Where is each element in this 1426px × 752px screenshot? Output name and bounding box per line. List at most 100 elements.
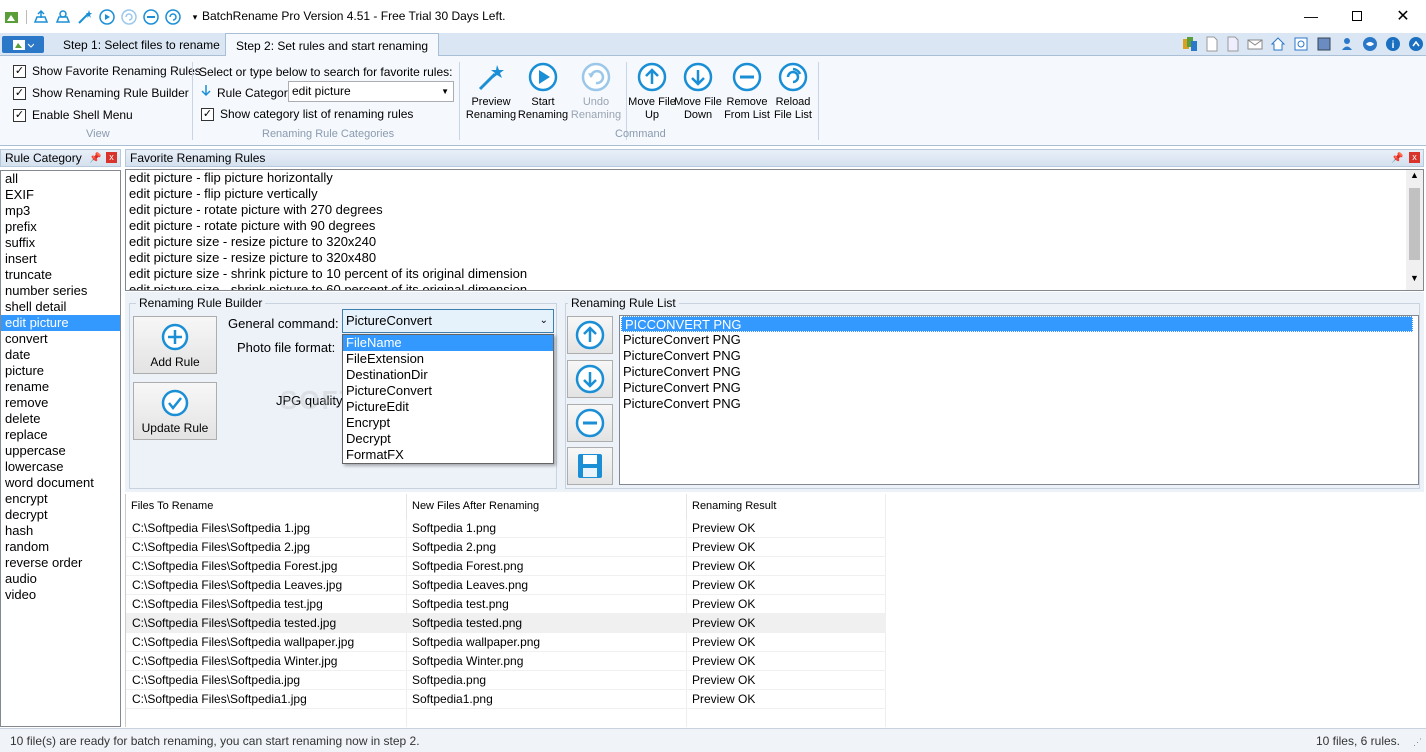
table-row[interactable]: C:\Softpedia Files\Softpedia Winter.jpg S… — [126, 652, 886, 671]
close-panel-icon[interactable]: x — [106, 152, 117, 163]
table-row[interactable]: C:\Softpedia Files\Softpedia wallpaper.j… — [126, 633, 886, 652]
move-file-down-button[interactable]: Move File Down — [672, 62, 724, 122]
show-favorite-checkbox[interactable]: ✓ Show Favorite Renaming Rules — [13, 64, 201, 78]
dropdown-option[interactable]: FileExtension — [343, 351, 553, 367]
table-row[interactable]: C:\Softpedia Files\Softpedia 2.jpg Softpe… — [126, 538, 886, 557]
dropdown-option[interactable]: Decrypt — [343, 431, 553, 447]
scroll-up-icon[interactable]: ▲ — [1406, 170, 1423, 187]
category-item[interactable]: replace — [1, 427, 120, 443]
column-header-result[interactable]: Renaming Result — [687, 494, 886, 519]
move-rule-down-button[interactable] — [567, 360, 613, 398]
resize-grip-icon[interactable]: ⋰ — [1413, 737, 1422, 748]
rule-list-item[interactable]: PictureConvert PNG — [620, 348, 1418, 364]
new-file-icon[interactable] — [1205, 36, 1219, 55]
start-renaming-button[interactable]: Start Renaming — [517, 62, 569, 122]
category-item[interactable]: decrypt — [1, 507, 120, 523]
rule-list-item[interactable]: PictureConvert PNG — [620, 396, 1418, 412]
table-row[interactable]: C:\Softpedia Files\Softpedia.jpg Softpedi… — [126, 671, 886, 690]
category-item[interactable]: EXIF — [1, 187, 120, 203]
move-file-up-button[interactable]: Move File Up — [626, 62, 678, 122]
category-item[interactable]: encrypt — [1, 491, 120, 507]
category-item[interactable]: hash — [1, 523, 120, 539]
scroll-down-icon[interactable]: ▼ — [1406, 273, 1423, 290]
category-item[interactable]: edit picture — [1, 315, 120, 331]
rule-list-item[interactable]: PictureConvert PNG — [620, 380, 1418, 396]
table-row[interactable]: C:\Softpedia Files\Softpedia Leaves.jpg S… — [126, 576, 886, 595]
mail-icon[interactable] — [1247, 36, 1263, 55]
pin-icon[interactable]: 📌 — [1391, 151, 1403, 167]
web-icon[interactable] — [1362, 36, 1378, 55]
favorite-rule-item[interactable]: edit picture size - resize picture to 32… — [126, 250, 1423, 266]
category-item[interactable]: suffix — [1, 235, 120, 251]
magic-wand-icon[interactable] — [77, 9, 93, 25]
update-rule-button[interactable]: Update Rule — [133, 382, 217, 440]
info-icon[interactable]: i — [1385, 36, 1401, 55]
dropdown-option[interactable]: DestinationDir — [343, 367, 553, 383]
category-item[interactable]: uppercase — [1, 443, 120, 459]
dropdown-option[interactable]: FileName — [343, 335, 553, 351]
category-item[interactable]: picture — [1, 363, 120, 379]
category-item[interactable]: lowercase — [1, 459, 120, 475]
remove-icon[interactable] — [143, 9, 159, 25]
scroll-thumb[interactable] — [1409, 188, 1420, 260]
favorite-rule-item[interactable]: edit picture - flip picture vertically — [126, 186, 1423, 202]
app-menu-button[interactable] — [2, 36, 44, 53]
favorite-rule-item[interactable]: edit picture size - resize picture to 32… — [126, 234, 1423, 250]
category-item[interactable]: delete — [1, 411, 120, 427]
remove-rule-button[interactable] — [567, 404, 613, 442]
add-rule-button[interactable]: Add Rule — [133, 316, 217, 374]
rule-category-combo[interactable]: edit picture ▼ — [288, 81, 454, 102]
vertical-scrollbar[interactable]: ▲ ▼ — [1406, 170, 1423, 290]
favorite-rule-item[interactable]: edit picture size - shrink picture to 10… — [126, 266, 1423, 282]
undo-renaming-button[interactable]: Undo Renaming — [570, 62, 622, 122]
maximize-button[interactable] — [1334, 0, 1380, 32]
save-rules-button[interactable] — [567, 447, 613, 485]
column-header-new-files[interactable]: New Files After Renaming — [407, 494, 687, 519]
category-item[interactable]: shell detail — [1, 299, 120, 315]
refresh-icon[interactable] — [1293, 36, 1309, 55]
close-panel-icon[interactable]: x — [1409, 152, 1420, 163]
column-header-files[interactable]: Files To Rename — [126, 494, 407, 519]
enable-shell-checkbox[interactable]: ✓ Enable Shell Menu — [13, 108, 133, 122]
dropdown-option[interactable]: FormatFX — [343, 447, 553, 463]
pin-icon[interactable]: 📌 — [89, 151, 101, 167]
table-row[interactable]: C:\Softpedia Files\Softpedia1.jpg Softped… — [126, 690, 886, 709]
category-item[interactable]: date — [1, 347, 120, 363]
category-item[interactable]: number series — [1, 283, 120, 299]
favorite-rule-item[interactable]: edit picture size - shrink picture to 60… — [126, 282, 1423, 290]
move-rule-up-button[interactable] — [567, 316, 613, 354]
category-item[interactable]: all — [1, 171, 120, 187]
show-category-list-checkbox[interactable]: ✓ Show category list of renaming rules — [201, 107, 413, 121]
dropdown-option[interactable]: PictureConvert — [343, 383, 553, 399]
table-row[interactable]: C:\Softpedia Files\Softpedia tested.jpg S… — [126, 614, 886, 633]
dropdown-option[interactable]: Encrypt — [343, 415, 553, 431]
category-item[interactable]: rename — [1, 379, 120, 395]
close-button[interactable]: ✕ — [1380, 0, 1426, 32]
category-item[interactable]: word document — [1, 475, 120, 491]
category-item[interactable]: reverse order — [1, 555, 120, 571]
open-file-icon[interactable] — [1226, 36, 1240, 55]
collapse-ribbon-icon[interactable] — [1408, 36, 1424, 55]
category-item[interactable]: remove — [1, 395, 120, 411]
favorite-rule-item[interactable]: edit picture - rotate picture with 90 de… — [126, 218, 1423, 234]
table-row[interactable]: C:\Softpedia Files\Softpedia 1.jpg Softpe… — [126, 519, 886, 538]
category-item[interactable]: truncate — [1, 267, 120, 283]
minimize-button[interactable]: — — [1288, 0, 1334, 32]
tab-step1[interactable]: Step 1: Select files to rename — [53, 33, 230, 56]
show-builder-checkbox[interactable]: ✓ Show Renaming Rule Builder — [13, 86, 189, 100]
dropdown-option[interactable]: PictureEdit — [343, 399, 553, 415]
contact-icon[interactable] — [1339, 36, 1355, 55]
tab-step2[interactable]: Step 2: Set rules and start renaming — [225, 33, 440, 57]
table-row[interactable]: C:\Softpedia Files\Softpedia test.jpg Sof… — [126, 595, 886, 614]
category-item[interactable]: audio — [1, 571, 120, 587]
category-item[interactable]: video — [1, 587, 120, 603]
play-icon[interactable] — [99, 9, 115, 25]
table-row[interactable]: C:\Softpedia Files\Softpedia Forest.jpg S… — [126, 557, 886, 576]
theme-icon[interactable] — [1182, 36, 1198, 55]
rule-list-item[interactable]: PictureConvert PNG — [620, 332, 1418, 348]
general-command-combo[interactable]: PictureConvert ⌄ — [342, 309, 554, 333]
category-item[interactable]: prefix — [1, 219, 120, 235]
preview-renaming-button[interactable]: Preview Renaming — [465, 62, 517, 122]
set-rules-icon[interactable] — [55, 9, 71, 25]
select-files-icon[interactable] — [33, 9, 49, 25]
